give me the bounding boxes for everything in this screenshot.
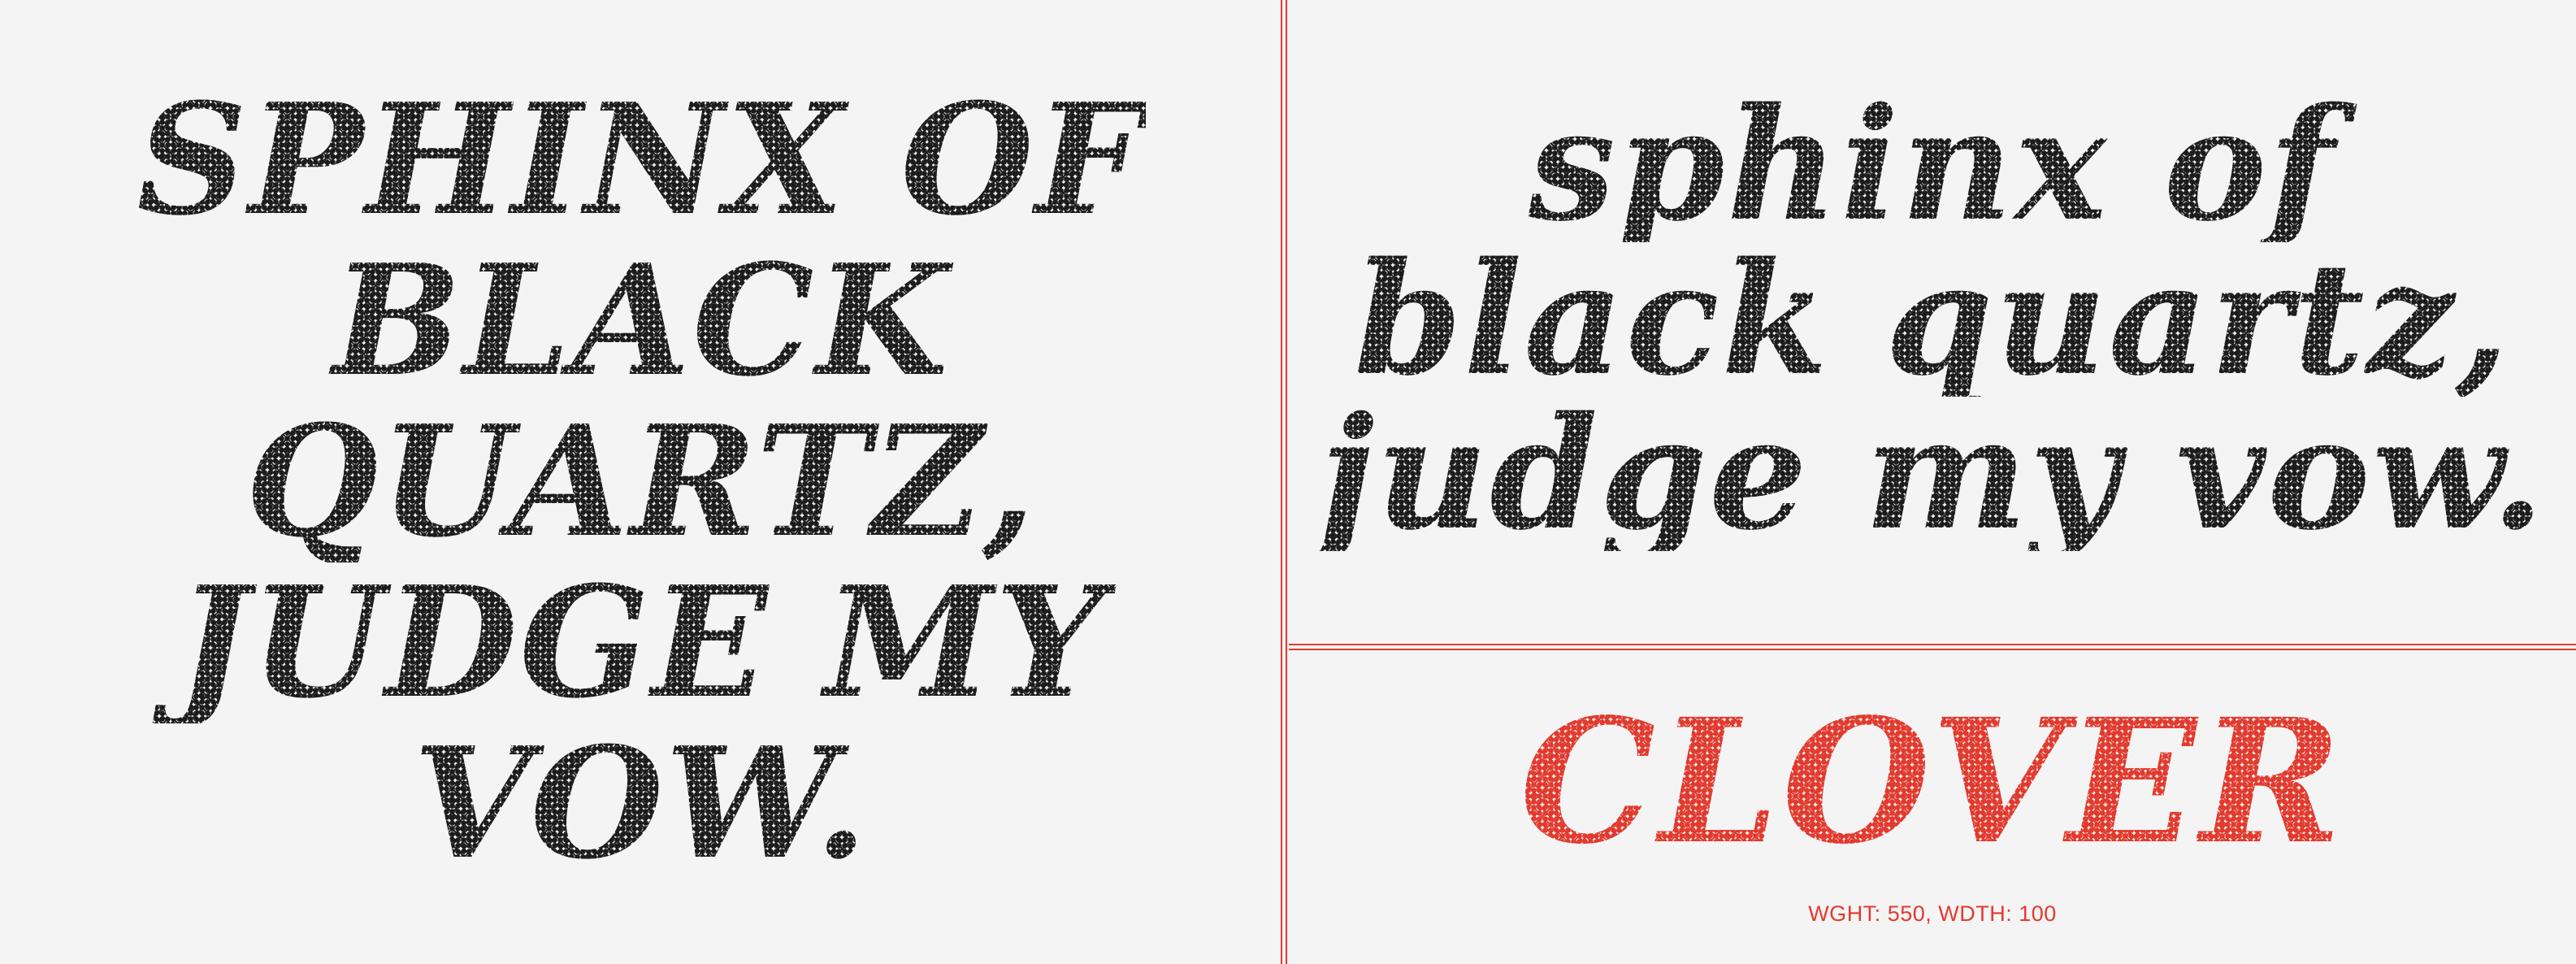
uppercase-pangram: SPHINX OF BLACK QUARTZ, JUDGE MY VOW. — [137, 70, 1146, 884]
font-name: CLOVER — [1520, 680, 2345, 882]
horizontal-divider — [1289, 644, 2576, 645]
pangram-line: QUARTZ, — [137, 402, 1146, 562]
lowercase-specimen-panel: sphinx of black quartz, judge my vow. — [1289, 0, 2576, 644]
uppercase-specimen-panel: SPHINX OF BLACK QUARTZ, JUDGE MY VOW. — [0, 0, 1282, 964]
vertical-divider — [1286, 0, 1287, 964]
vertical-divider — [1281, 0, 1282, 964]
pangram-line: SPHINX OF — [137, 70, 1146, 250]
font-name-card: CLOVER WGHT: 550, WDTH: 100 — [1289, 650, 2576, 964]
pangram-line: judge my vow. — [1318, 383, 2547, 564]
pangram-line: JUDGE MY — [137, 562, 1146, 723]
pangram-line: sphinx of — [1318, 88, 2547, 242]
font-axes-caption: WGHT: 550, WDTH: 100 — [1808, 901, 2057, 926]
pangram-line: black quartz, — [1318, 242, 2547, 397]
pangram-line: BLACK — [137, 241, 1146, 402]
pangram-line: VOW. — [137, 723, 1146, 884]
lowercase-pangram: sphinx of black quartz, judge my vow. — [1318, 88, 2547, 564]
